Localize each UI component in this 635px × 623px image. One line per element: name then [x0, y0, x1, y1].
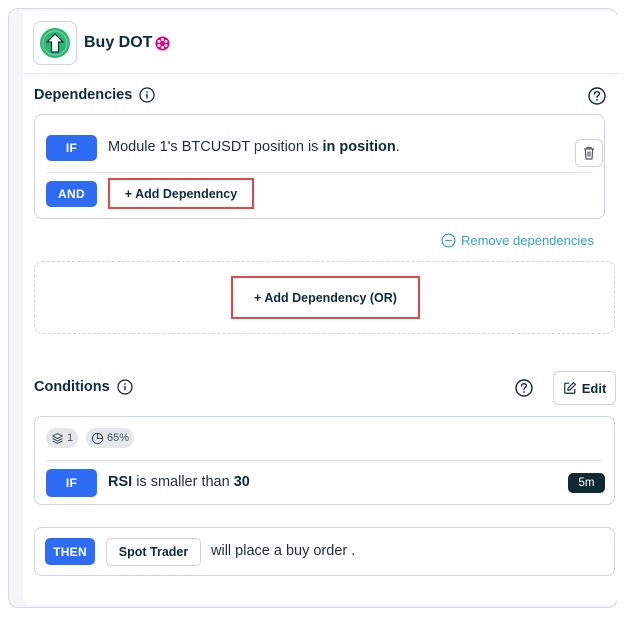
delete-dependency-button[interactable]	[575, 139, 603, 167]
timeframe-badge: 5m	[568, 473, 605, 493]
arrow-up-circle-icon	[33, 21, 77, 65]
dependency-text-after: .	[395, 139, 400, 155]
add-dependency-button[interactable]: + Add Dependency	[108, 178, 254, 209]
conditions-heading: Conditions	[34, 379, 133, 395]
minus-circle-icon	[441, 233, 456, 248]
conditions-title: Conditions	[34, 379, 110, 395]
condition-operator: is smaller than	[132, 474, 234, 490]
indicator-name: RSI	[108, 474, 133, 490]
info-icon[interactable]	[117, 379, 133, 395]
dependency-state: in position	[322, 139, 396, 155]
help-icon[interactable]	[515, 379, 533, 397]
layers-icon	[52, 432, 63, 444]
condition-value: 30	[233, 474, 250, 490]
info-icon[interactable]	[139, 87, 155, 103]
help-icon[interactable]	[588, 87, 606, 105]
then-badge: THEN	[45, 538, 95, 565]
edit-conditions-button[interactable]: Edit	[553, 371, 616, 405]
pie-pill: 65%	[86, 428, 135, 448]
or-dependency-dropzone: + Add Dependency (OR)	[34, 261, 615, 334]
strategy-header: Buy DOT	[33, 21, 170, 65]
layers-value: 1	[67, 432, 74, 444]
edit-label: Edit	[581, 380, 607, 396]
strategy-card-container: Buy DOT Dependencies IF Module 1's BTCUS…	[8, 8, 619, 608]
action-row: THEN Spot Trader will place a buy order …	[34, 527, 615, 576]
polkadot-icon	[155, 35, 170, 51]
remove-dependencies-label: Remove dependencies	[461, 233, 594, 248]
and-badge: AND	[46, 181, 97, 207]
dependencies-heading: Dependencies	[34, 87, 155, 103]
strategy-title: Buy DOT	[84, 34, 153, 51]
if-badge: IF	[46, 135, 97, 161]
dependency-condition-text: Module 1's BTCUSDT position is in positi…	[108, 139, 400, 155]
remove-dependencies-link[interactable]: Remove dependencies	[441, 233, 594, 248]
condition-text: RSI is smaller than 30	[108, 474, 250, 490]
header-divider	[23, 73, 619, 74]
trash-icon	[584, 146, 594, 160]
pie-value: 65%	[107, 432, 130, 444]
dependency-text-before: Module 1's BTCUSDT position is	[108, 139, 323, 155]
conditions-group: 1 65% IF RSI is smaller than 30 5m	[34, 416, 615, 505]
trader-chip[interactable]: Spot Trader	[106, 538, 201, 566]
dependency-row-divider	[46, 172, 593, 173]
action-text: will place a buy order .	[211, 543, 356, 559]
strategy-panel: Buy DOT Dependencies IF Module 1's BTCUS…	[23, 11, 619, 605]
if-badge: IF	[46, 469, 97, 497]
dependencies-title: Dependencies	[34, 87, 133, 103]
dependency-group: IF Module 1's BTCUSDT position is in pos…	[34, 114, 605, 219]
edit-icon	[563, 382, 576, 394]
condition-divider	[46, 460, 603, 461]
pie-chart-icon	[91, 432, 104, 444]
add-dependency-or-button[interactable]: + Add Dependency (OR)	[231, 276, 420, 319]
layers-pill: 1	[46, 428, 79, 448]
